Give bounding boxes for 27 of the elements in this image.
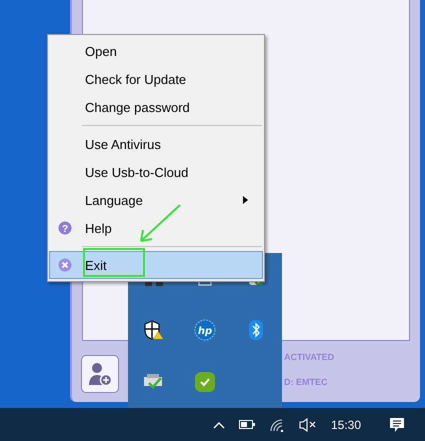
menu-item[interactable]: Open <box>49 37 263 65</box>
menu-item[interactable]: Use Usb-to-Cloud <box>49 158 263 186</box>
shield-warning-icon[interactable] <box>144 320 164 340</box>
menu-item[interactable]: Use Antivirus <box>49 130 263 158</box>
chevron-up-icon[interactable] <box>212 420 225 428</box>
notification-icon[interactable] <box>389 416 405 432</box>
status-text: D: EMTEC <box>284 377 328 387</box>
highlight-box <box>83 248 145 277</box>
battery-icon[interactable] <box>238 420 255 429</box>
clock-text[interactable]: 15:30 <box>330 418 361 432</box>
hp-logo-icon[interactable]: hp <box>194 319 216 342</box>
help-icon: ? <box>58 221 72 235</box>
checkmark-icon[interactable] <box>194 372 215 392</box>
exit-icon <box>58 258 72 272</box>
wifi-icon[interactable] <box>268 418 285 432</box>
printer-check-icon[interactable] <box>144 374 164 390</box>
bluetooth-icon[interactable] <box>249 320 264 340</box>
menu-item[interactable]: Check for Update <box>49 65 263 93</box>
menu-item[interactable]: Change password <box>49 93 263 121</box>
status-text: ACTIVATED <box>284 352 334 362</box>
add-user-button[interactable] <box>81 355 119 393</box>
speaker-muted-icon[interactable] <box>298 418 317 432</box>
menu-item[interactable]: ? Help <box>49 214 263 242</box>
menu-item[interactable]: Exit <box>49 251 263 279</box>
menu-item[interactable]: Language <box>49 186 263 214</box>
submenu-arrow-icon <box>243 196 248 204</box>
add-user-icon <box>87 361 113 387</box>
